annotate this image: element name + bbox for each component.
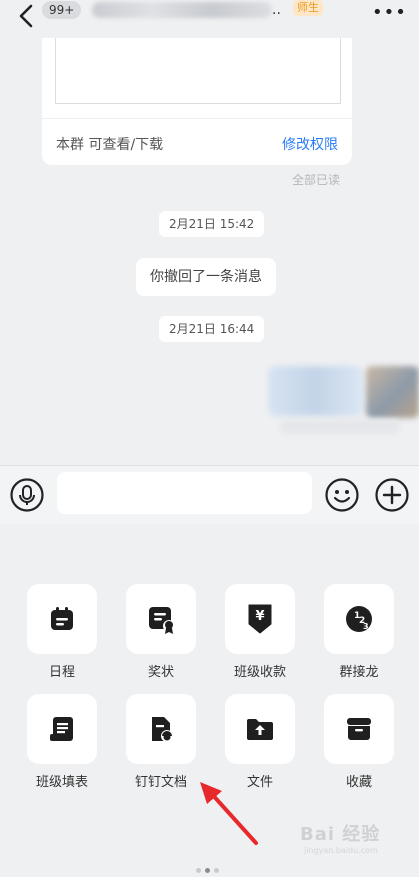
- modify-permission-button[interactable]: 修改权限: [282, 134, 338, 154]
- plus-icon[interactable]: [375, 478, 409, 512]
- panel-item-certificate[interactable]: [126, 584, 196, 654]
- panel-item-label: 班级收款: [233, 665, 286, 680]
- folder-upload-icon: [247, 719, 273, 740]
- document-icon: [152, 717, 173, 742]
- panel-item-label: 群接龙: [339, 665, 379, 680]
- annotation-arrow-icon: [200, 782, 258, 845]
- more-icon[interactable]: •••: [372, 2, 407, 23]
- group-role-tag: 师生: [293, 0, 323, 16]
- page-indicator: [196, 858, 223, 877]
- watermark-url: jingyan.baidu.com: [304, 846, 378, 855]
- svg-text:3: 3: [363, 622, 369, 631]
- panel-item-label: 奖状: [147, 665, 174, 680]
- panel-item-label: 钉钉文档: [134, 775, 187, 790]
- chat-title-blurred: [92, 2, 272, 18]
- card-divider: [42, 118, 352, 119]
- shared-file-card[interactable]: 本群 可查看/下载 修改权限: [42, 38, 352, 165]
- back-arrow-icon[interactable]: [16, 4, 38, 28]
- panel-item-label: 收藏: [345, 775, 372, 790]
- message-input[interactable]: [57, 472, 312, 514]
- panel-item-label: 日程: [48, 665, 75, 680]
- panel-item-group-solitaire[interactable]: 1 2 3: [324, 584, 394, 654]
- certificate-icon: [149, 607, 175, 634]
- unread-count-badge: 99+: [42, 1, 82, 19]
- panel-item-class-payment[interactable]: ¥: [225, 584, 295, 654]
- chat-title-ellipsis: ..: [272, 2, 281, 18]
- watermark-logo: Bai 经验: [300, 824, 381, 845]
- read-status[interactable]: 全部已读: [292, 171, 340, 188]
- emoji-icon[interactable]: [325, 478, 359, 512]
- message-bubble-blurred[interactable]: [268, 366, 363, 416]
- avatar[interactable]: [366, 366, 419, 418]
- timestamp-chip: 2月21日 16:44: [159, 316, 265, 342]
- panel-item-label: 班级填表: [35, 775, 88, 790]
- file-preview[interactable]: [55, 38, 341, 104]
- panel-item-class-form[interactable]: [27, 694, 97, 764]
- blurred-area: [280, 420, 400, 434]
- form-icon: [50, 717, 73, 741]
- solitaire-icon: 1 2 3: [346, 606, 372, 632]
- calendar-icon: [51, 607, 73, 630]
- favorites-box-icon: [347, 718, 371, 740]
- panel-item-favorites[interactable]: [324, 694, 394, 764]
- panel-item-schedule[interactable]: [27, 584, 97, 654]
- panel-item-files[interactable]: [225, 694, 295, 764]
- payment-icon: ¥: [248, 604, 272, 634]
- recall-notice: 你撤回了一条消息: [136, 258, 276, 296]
- svg-text:¥: ¥: [255, 609, 264, 624]
- timestamp-chip: 2月21日 15:42: [159, 211, 265, 237]
- voice-input-icon[interactable]: [10, 478, 44, 512]
- permission-text: 本群 可查看/下载: [56, 137, 164, 153]
- panel-item-dingtalk-docs[interactable]: [126, 694, 196, 764]
